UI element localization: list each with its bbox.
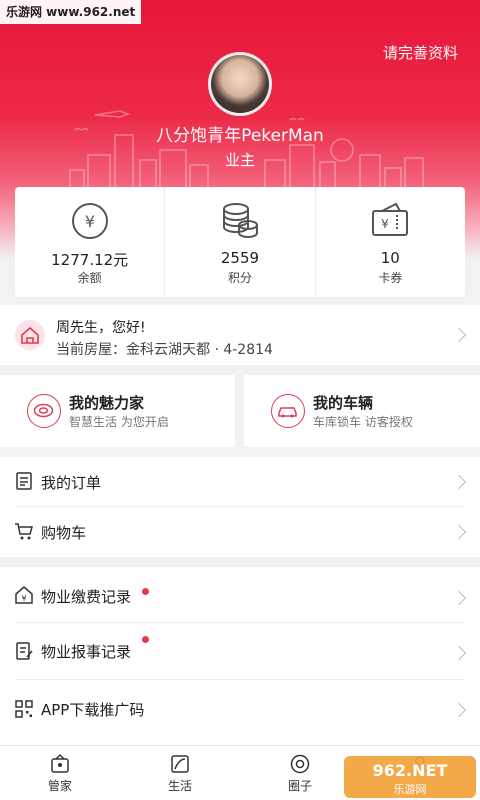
feature-subtitle: 车库锁车 访客授权: [313, 415, 413, 429]
yen-coin-icon: ¥: [71, 203, 108, 239]
report-icon: [16, 642, 33, 660]
brand-logo-watermark: 962.NET 乐游网: [344, 756, 476, 798]
points-label: 积分: [227, 271, 252, 285]
feature-title: 我的车辆: [313, 394, 374, 412]
house-address: 当前房屋：金科云湖天都 · 4-2814: [56, 342, 273, 358]
avatar[interactable]: [208, 52, 272, 116]
menu-item-app-download-qr[interactable]: APP下载推广码: [0, 681, 480, 737]
svg-text:962.NET: 962.NET: [373, 761, 448, 780]
circle-icon: [290, 754, 310, 774]
chevron-right-icon: [451, 327, 467, 343]
cart-icon: [15, 523, 33, 540]
svg-text:¥: ¥: [21, 594, 26, 603]
notification-dot: [142, 588, 149, 595]
svg-text:¥: ¥: [85, 212, 95, 231]
stat-balance[interactable]: ¥ 1277.12元 余额: [15, 187, 164, 297]
balance-value: 1277.12元: [51, 251, 129, 269]
stat-points[interactable]: 2559 积分: [164, 187, 314, 297]
menu-item-cart[interactable]: 购物车: [0, 507, 480, 557]
notification-dot: [142, 636, 149, 643]
chevron-right-icon: [451, 474, 467, 490]
tab-label: 管家: [47, 779, 72, 793]
stats-card: ¥ 1277.12元 余额 2559 积分 ¥ 10 卡券: [15, 187, 465, 297]
balance-label: 余额: [77, 271, 102, 285]
my-charm-home-card[interactable]: 我的魅力家 智慧生活 为您开启: [0, 375, 235, 447]
my-vehicle-card[interactable]: 我的车辆 车库锁车 访客授权: [244, 375, 480, 447]
coupons-value: 10: [380, 249, 400, 267]
coin-stack-icon: [222, 203, 258, 238]
greeting-text: 周先生，您好!: [56, 320, 146, 336]
menu-item-orders[interactable]: 我的订单: [0, 457, 480, 507]
menu-label: 购物车: [41, 524, 87, 542]
feature-subtitle: 智慧生活 为您开启: [69, 415, 169, 429]
menu-item-report-records[interactable]: 物业报事记录: [0, 624, 480, 680]
butler-icon: [51, 753, 69, 773]
car-icon: [271, 394, 305, 428]
menu-item-payment-records[interactable]: ¥ 物业缴费记录: [0, 571, 480, 623]
chevron-right-icon: [451, 590, 467, 606]
order-list-icon: [16, 472, 32, 490]
divider: [15, 622, 465, 623]
complete-profile-link[interactable]: 请完善资料: [383, 42, 458, 63]
tab-butler[interactable]: 管家: [0, 746, 120, 800]
qr-code-icon: [15, 700, 33, 718]
menu-group-property: ¥ 物业缴费记录 物业报事记录 APP下载推广码: [0, 567, 480, 745]
current-house-row[interactable]: 周先生，您好! 当前房屋：金科云湖天都 · 4-2814: [0, 305, 480, 365]
coupons-label: 卡券: [378, 271, 403, 285]
tab-label: 生活: [167, 779, 192, 793]
svg-text:乐游网: 乐游网: [394, 783, 427, 796]
feature-title: 我的魅力家: [69, 394, 145, 412]
menu-label: 物业报事记录: [41, 643, 132, 661]
chevron-right-icon: [451, 702, 467, 718]
menu-label: 物业缴费记录: [41, 588, 132, 606]
divider: [15, 679, 465, 680]
menu-label: APP下载推广码: [41, 701, 145, 719]
chevron-right-icon: [451, 645, 467, 661]
stat-coupons[interactable]: ¥ 10 卡券: [314, 187, 465, 297]
house-icon: [15, 320, 45, 350]
house-yen-icon: ¥: [15, 586, 33, 604]
username: 八分饱青年PekerMan: [156, 126, 324, 146]
life-icon: [171, 755, 189, 773]
menu-label: 我的订单: [41, 474, 102, 492]
user-role: 业主: [224, 151, 255, 169]
tab-life[interactable]: 生活: [120, 746, 240, 800]
chevron-right-icon: [451, 524, 467, 540]
menu-group-orders: 我的订单 购物车: [0, 457, 480, 557]
ticket-icon: ¥: [372, 202, 409, 236]
smart-home-icon: [27, 394, 61, 428]
watermark-label: 乐游网 www.962.net: [0, 0, 142, 24]
points-value: 2559: [220, 249, 260, 267]
svg-text:¥: ¥: [381, 217, 389, 231]
